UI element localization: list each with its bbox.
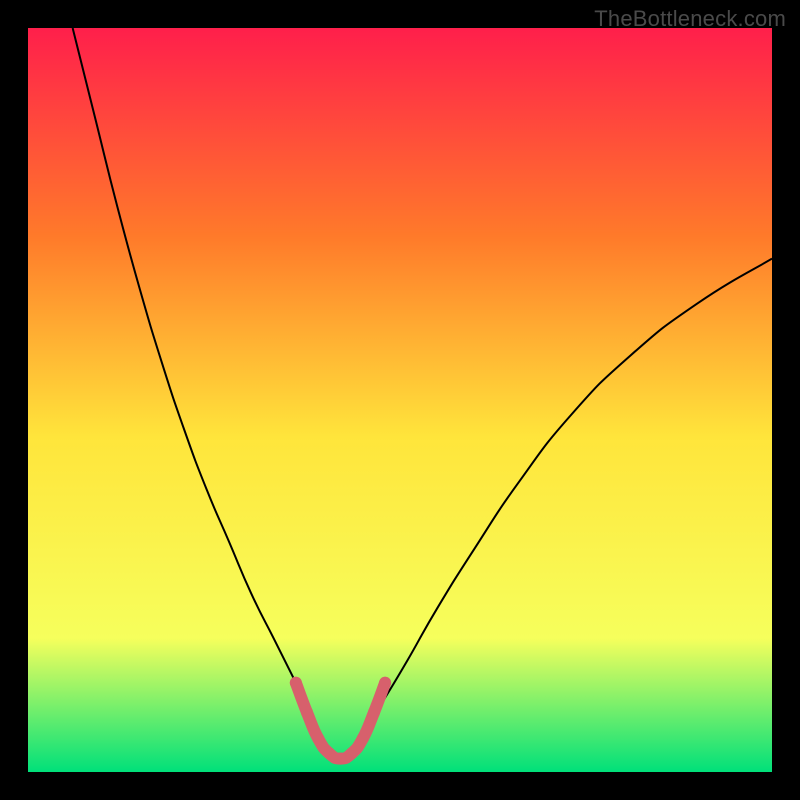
series-highlight-minimum-dot (368, 706, 380, 718)
series-highlight-minimum-dot (312, 733, 324, 745)
chart-stage: TheBottleneck.com (0, 0, 800, 800)
series-highlight-minimum-dot (334, 753, 346, 765)
series-highlight-minimum-dot (290, 677, 302, 689)
series-highlight-minimum-dot (346, 747, 358, 759)
plot-area (28, 28, 772, 772)
series-highlight-minimum-dot (379, 677, 391, 689)
series-highlight-minimum-dot (323, 747, 335, 759)
series-highlight-minimum-dot (301, 706, 313, 718)
chart-svg (28, 28, 772, 772)
series-highlight-minimum-dot (357, 733, 369, 745)
watermark-text: TheBottleneck.com (594, 6, 786, 32)
gradient-background (28, 28, 772, 772)
